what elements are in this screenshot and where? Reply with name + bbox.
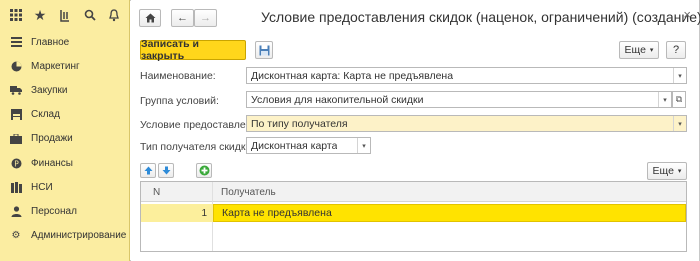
sidebar-item-label: Администрирование <box>31 230 127 242</box>
condition-field-value: По типу получателя <box>251 117 348 130</box>
main-form: ← → Условие предоставления скидок (нацен… <box>131 0 700 261</box>
star-icon[interactable]: ★ <box>30 5 50 25</box>
dropdown-icon[interactable]: ▾ <box>673 116 686 131</box>
save-and-close-button[interactable]: Записать и закрыть <box>140 38 246 62</box>
pie-chart-icon <box>10 60 22 72</box>
recipient-type-label: Тип получателя скидки: <box>140 141 255 153</box>
column-header-recipient[interactable]: Получатель <box>221 182 276 202</box>
recipient-type-field[interactable]: Дисконтная карта ▾ <box>246 137 371 154</box>
dropdown-icon[interactable]: ▾ <box>658 92 671 107</box>
dropdown-icon[interactable]: ▾ <box>357 138 370 153</box>
sidebar-item-nsi[interactable]: НСИ <box>0 175 130 199</box>
table-more-button[interactable]: Еще ▾ <box>647 162 687 180</box>
column-header-n[interactable]: N <box>153 182 160 202</box>
sidebar-item-label: Финансы <box>31 157 73 169</box>
page-title: Условие предоставления скидок (наценок, … <box>261 9 700 25</box>
sidebar-item-label: НСИ <box>31 181 53 193</box>
add-row-button[interactable] <box>196 163 212 178</box>
more-button-label: Еще <box>624 44 646 56</box>
group-label: Группа условий: <box>140 95 219 107</box>
sidebar-item-label: Склад <box>31 109 60 121</box>
sidebar-item-marketing[interactable]: Маркетинг <box>0 54 130 78</box>
sidebar-item-sales[interactable]: Продажи <box>0 127 130 151</box>
sidebar-item-label: Продажи <box>31 133 73 145</box>
name-field-value: Дисконтная карта: Карта не предъявлена <box>251 69 454 82</box>
sidebar-item-administration[interactable]: ⚙ Администрирование <box>0 224 130 248</box>
sidebar-item-purchases[interactable]: Закупки <box>0 78 130 102</box>
chevron-down-icon: ▾ <box>677 168 682 175</box>
person-icon <box>10 205 22 217</box>
sidebar: ★ Главное Маркетинг Закупки Склад Продаж… <box>0 0 130 261</box>
arrow-down-icon <box>162 166 170 175</box>
sidebar-toolbar: ★ <box>0 0 130 30</box>
sidebar-item-label: Главное <box>31 36 70 48</box>
sidebar-item-main[interactable]: Главное <box>0 30 130 54</box>
search-icon[interactable] <box>80 5 100 25</box>
arrow-right-icon: → <box>200 12 211 24</box>
sidebar-menu: Главное Маркетинг Закупки Склад Продажи <box>0 30 130 248</box>
sidebar-item-label: Персонал <box>31 205 77 217</box>
svg-text:P: P <box>14 159 19 168</box>
condition-field[interactable]: По типу получателя ▾ <box>246 115 687 132</box>
sidebar-item-warehouse[interactable]: Склад <box>0 103 130 127</box>
forward-button[interactable]: → <box>194 9 217 27</box>
bell-icon[interactable] <box>104 5 124 25</box>
open-icon: ⧉ <box>675 94 683 104</box>
sidebar-item-label: Закупки <box>31 84 68 96</box>
floppy-disk-icon <box>259 45 269 55</box>
group-field-value: Условия для накопительной скидки <box>251 93 424 106</box>
gear-icon: ⚙ <box>11 230 21 242</box>
truck-icon <box>10 84 22 96</box>
sidebar-item-finance[interactable]: P Финансы <box>0 151 130 175</box>
dropdown-icon[interactable]: ▾ <box>673 68 686 83</box>
more-button[interactable]: Еще ▾ <box>619 41 659 59</box>
sidebar-item-label: Маркетинг <box>31 60 80 72</box>
save-button[interactable] <box>255 41 273 59</box>
cell-n: 1 <box>201 207 207 219</box>
sidebar-item-personnel[interactable]: Персонал <box>0 199 130 223</box>
menu-lines-icon <box>10 36 22 48</box>
apps-grid-icon[interactable] <box>6 5 26 25</box>
add-icon <box>199 165 209 176</box>
coin-icon: P <box>10 157 22 169</box>
table-header: N Получатель <box>141 182 686 202</box>
name-label: Наименование: <box>140 70 216 82</box>
name-field[interactable]: Дисконтная карта: Карта не предъявлена ▾ <box>246 67 687 84</box>
table-row[interactable]: 1 Карта не предъявлена <box>141 204 686 222</box>
arrow-left-icon: ← <box>177 12 188 24</box>
more-button-label: Еще <box>652 165 674 177</box>
group-field[interactable]: Условия для накопительной скидки ▾ <box>246 91 672 108</box>
arrow-up-icon <box>144 166 152 175</box>
history-icon[interactable] <box>55 5 75 25</box>
cell-recipient[interactable]: Карта не предъявлена <box>213 204 686 222</box>
books-icon <box>10 181 22 193</box>
home-icon <box>145 13 155 23</box>
move-up-button[interactable] <box>140 163 156 178</box>
chevron-down-icon: ▾ <box>649 47 654 54</box>
home-button[interactable] <box>139 9 161 27</box>
help-button[interactable]: ? <box>666 41 686 59</box>
open-link-button[interactable]: ⧉ <box>672 91 686 108</box>
close-icon[interactable]: × <box>683 7 691 22</box>
move-down-button[interactable] <box>158 163 174 178</box>
recipients-table: N Получатель 1 Карта не предъявлена <box>140 181 687 252</box>
back-button[interactable]: ← <box>171 9 194 27</box>
warehouse-icon <box>10 109 22 121</box>
briefcase-icon <box>10 133 22 145</box>
recipient-type-value: Дисконтная карта <box>251 139 338 152</box>
